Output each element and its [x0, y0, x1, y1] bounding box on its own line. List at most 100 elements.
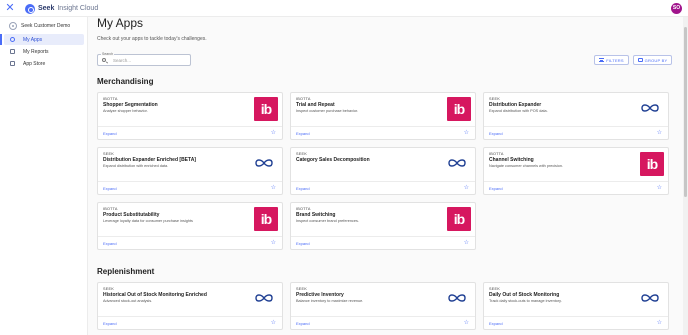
card-title: Shopper Segmentation: [103, 102, 158, 108]
expand-link[interactable]: Expand: [489, 186, 503, 191]
app-card-category-sales-decomposition[interactable]: SEEK Category Sales Decomposition Expand…: [290, 147, 476, 195]
star-icon[interactable]: ☆: [464, 130, 469, 136]
card-vendor: IBOTTA: [489, 152, 504, 156]
expand-link[interactable]: Expand: [296, 321, 310, 326]
card-title: Product Substitutability: [103, 212, 160, 218]
page-title: My Apps: [97, 16, 144, 30]
scrollbar-thumb[interactable]: [684, 27, 687, 197]
seek-logo-icon: [641, 104, 659, 112]
star-icon[interactable]: ☆: [271, 240, 276, 246]
org-selector[interactable]: Seek Customer Demo: [9, 21, 70, 30]
star-icon[interactable]: ☆: [657, 130, 662, 136]
app-card-brand-switching[interactable]: IBOTTA Brand Switching Inspect consumer …: [290, 202, 476, 250]
star-icon[interactable]: ☆: [657, 320, 662, 326]
card-description: Balance inventory to maximize revenue.: [296, 299, 364, 303]
expand-link[interactable]: Expand: [296, 186, 310, 191]
expand-link[interactable]: Expand: [296, 131, 310, 136]
app-card-product-substitutability[interactable]: IBOTTA Product Substitutability Leverage…: [97, 202, 283, 250]
card-description: Analyze shopper behavior.: [103, 109, 148, 113]
app-card-shopper-segmentation[interactable]: IBOTTA Shopper Segmentation Analyze shop…: [97, 92, 283, 140]
card-title: Predictive Inventory: [296, 292, 344, 298]
org-name: Seek Customer Demo: [21, 22, 71, 29]
sidebar-item-label: My Apps: [23, 36, 43, 43]
group-icon: [637, 58, 643, 62]
avatar[interactable]: SO: [671, 3, 682, 14]
ibotta-logo-icon: ib: [254, 97, 278, 121]
card-vendor: SEEK: [103, 152, 114, 156]
card-title: Historical Out of Stock Monitoring Enric…: [103, 292, 207, 298]
card-title: Daily Out of Stock Monitoring: [489, 292, 560, 298]
report-icon: [10, 49, 15, 54]
ibotta-logo-icon: ib: [640, 152, 664, 176]
card-description: Expand distribution with enriched data.: [103, 164, 169, 168]
app-card-distribution-expander-enriched[interactable]: SEEK Distribution Expander Enriched [BET…: [97, 147, 283, 195]
seek-logo-icon: [25, 3, 35, 14]
card-title: Channel Switching: [489, 157, 534, 163]
filters-label: FILTERS: [606, 57, 624, 63]
brand-name: Seek: [38, 5, 55, 12]
ibotta-logo-icon: ib: [447, 97, 471, 121]
app-card-daily-oos-monitoring[interactable]: SEEK Daily Out of Stock Monitoring Track…: [483, 282, 669, 330]
card-vendor: SEEK: [489, 287, 500, 291]
expand-link[interactable]: Expand: [489, 131, 503, 136]
expand-link[interactable]: Expand: [489, 321, 503, 326]
card-description: Expand distribution with POS data.: [489, 109, 548, 113]
app-card-trial-and-repeat[interactable]: IBOTTA Trial and Repeat Inspect customer…: [290, 92, 476, 140]
close-icon[interactable]: ✕: [5, 2, 15, 14]
seek-logo-icon: [641, 294, 659, 302]
group-by-button[interactable]: GROUP BY: [633, 55, 672, 65]
expand-link[interactable]: Expand: [296, 241, 310, 246]
star-icon[interactable]: ☆: [464, 185, 469, 191]
star-icon[interactable]: ☆: [271, 130, 276, 136]
group-by-label: GROUP BY: [644, 57, 668, 63]
org-icon: [9, 21, 17, 30]
card-description: Track daily stock-outs to manage invento…: [489, 299, 562, 303]
sidebar-item-app-store[interactable]: App Store: [4, 58, 84, 69]
card-vendor: IBOTTA: [103, 207, 118, 211]
expand-link[interactable]: Expand: [103, 241, 117, 246]
brand[interactable]: Seek Insight Cloud: [25, 3, 98, 14]
ibotta-logo-icon: ib: [447, 207, 471, 231]
sidebar-item-label: App Store: [23, 60, 46, 67]
card-description: Navigate consumer channels with precisio…: [489, 164, 564, 168]
app-card-predictive-inventory[interactable]: SEEK Predictive Inventory Balance invent…: [290, 282, 476, 330]
card-vendor: SEEK: [103, 287, 114, 291]
star-icon[interactable]: ☆: [464, 240, 469, 246]
card-vendor: IBOTTA: [296, 207, 311, 211]
card-title: Distribution Expander Enriched [BETA]: [103, 157, 196, 163]
expand-link[interactable]: Expand: [103, 186, 117, 191]
section-title-merchandising: Merchandising: [97, 77, 154, 86]
seek-logo-icon: [255, 294, 273, 302]
card-title: Category Sales Decomposition: [296, 157, 370, 163]
star-icon[interactable]: ☆: [271, 185, 276, 191]
card-vendor: SEEK: [296, 152, 307, 156]
scrollbar[interactable]: [683, 17, 688, 335]
card-title: Distribution Expander: [489, 102, 542, 108]
filters-button[interactable]: FILTERS: [594, 55, 629, 65]
store-icon: [10, 61, 15, 66]
star-icon[interactable]: ☆: [657, 185, 662, 191]
app-card-historical-oos-monitoring[interactable]: SEEK Historical Out of Stock Monitoring …: [97, 282, 283, 330]
seek-logo-icon: [448, 294, 466, 302]
card-description: Inspect customer purchase behavior.: [296, 109, 359, 113]
app-card-distribution-expander[interactable]: SEEK Distribution Expander Expand distri…: [483, 92, 669, 140]
card-vendor: SEEK: [489, 97, 500, 101]
section-title-replenishment: Replenishment: [97, 267, 155, 276]
brand-suffix: Insight Cloud: [57, 5, 99, 12]
card-vendor: IBOTTA: [296, 97, 311, 101]
page-subtitle: Check out your apps to tackle today's ch…: [97, 36, 207, 42]
card-title: Brand Switching: [296, 212, 336, 218]
seek-logo-icon: [255, 159, 273, 167]
sidebar-item-my-apps[interactable]: My Apps: [0, 34, 84, 45]
card-description: Inspect consumer brand preferences.: [296, 219, 359, 223]
card-description: Leverage loyalty data for consumer purch…: [103, 219, 193, 223]
star-icon[interactable]: ☆: [464, 320, 469, 326]
app-card-channel-switching[interactable]: IBOTTA Channel Switching Navigate consum…: [483, 147, 669, 195]
sidebar-item-my-reports[interactable]: My Reports: [4, 46, 84, 57]
search-field[interactable]: Search: [97, 52, 191, 66]
star-icon[interactable]: ☆: [271, 320, 276, 326]
search-icon: [102, 58, 106, 62]
expand-link[interactable]: Expand: [103, 321, 117, 326]
search-input[interactable]: [113, 57, 188, 64]
expand-link[interactable]: Expand: [103, 131, 117, 136]
